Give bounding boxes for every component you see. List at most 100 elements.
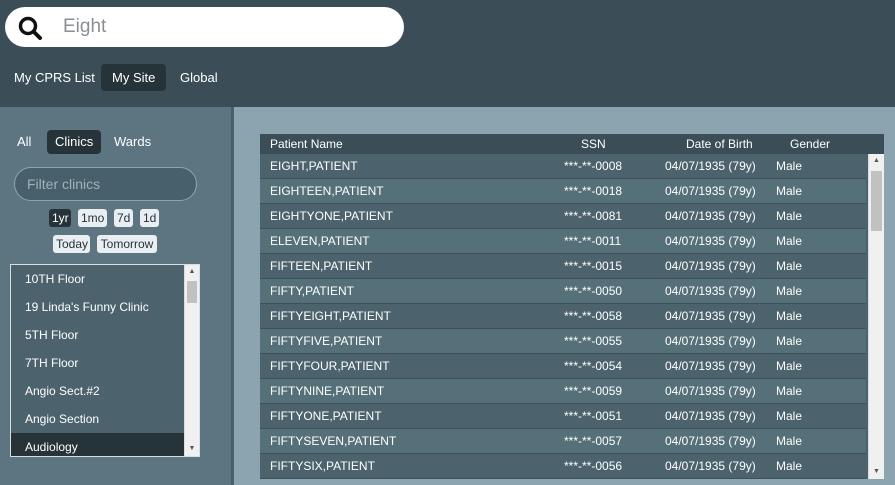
cell-date-of-birth: 04/07/1935 (79y) (665, 384, 756, 398)
clinic-list-scrollbar[interactable]: ▲ ▼ (184, 265, 199, 456)
cell-ssn: ***-**-0057 (564, 434, 623, 448)
cell-patient-name: FIFTY,PATIENT (270, 284, 355, 298)
column-header-ssn[interactable]: SSN (581, 134, 606, 154)
cell-patient-name: FIFTYONE,PATIENT (270, 409, 382, 423)
cell-gender: Male (776, 359, 803, 373)
cell-patient-name: FIFTEEN,PATIENT (270, 259, 373, 273)
table-row[interactable]: ELEVEN,PATIENT ***-**-0011 04/07/1935 (79y… (260, 229, 866, 254)
cell-patient-name: FIFTYFOUR,PATIENT (270, 359, 390, 373)
cell-patient-name: EIGHT,PATIENT (270, 159, 358, 173)
filter-clinics-field[interactable] (14, 167, 197, 201)
table-row[interactable]: FIFTY,PATIENT ***-**-0050 04/07/1935 (79y)… (260, 279, 866, 304)
cell-date-of-birth: 04/07/1935 (79y) (665, 209, 756, 223)
cell-date-of-birth: 04/07/1935 (79y) (665, 409, 756, 423)
table-row[interactable]: FIFTYFOUR,PATIENT ***-**-0054 04/07/1935 (… (260, 354, 866, 379)
scope-my-site[interactable]: My Site (101, 64, 167, 91)
cell-ssn: ***-**-0058 (564, 309, 623, 323)
clinic-list-item[interactable]: Audiology (11, 433, 185, 456)
cell-gender: Male (776, 159, 803, 173)
range-1yr[interactable]: 1yr (49, 209, 71, 227)
patient-search-box[interactable] (5, 7, 404, 47)
cell-gender: Male (776, 234, 803, 248)
cell-patient-name: FIFTYSIX,PATIENT (270, 459, 375, 473)
scroll-up-arrow-icon[interactable]: ▲ (869, 154, 884, 168)
cell-gender: Male (776, 184, 803, 198)
search-input[interactable] (63, 15, 383, 39)
table-row[interactable]: FIFTYNINE,PATIENT ***-**-0059 04/07/1935 (… (260, 379, 866, 404)
scope-global[interactable]: Global (169, 64, 229, 91)
cell-ssn: ***-**-0050 (564, 284, 623, 298)
cell-ssn: ***-**-0051 (564, 409, 623, 423)
cell-patient-name: FIFTYNINE,PATIENT (270, 384, 385, 398)
table-row[interactable]: EIGHTEEN,PATIENT ***-**-0018 04/07/1935 (7… (260, 179, 866, 204)
cell-date-of-birth: 04/07/1935 (79y) (665, 184, 756, 198)
search-icon[interactable] (17, 16, 45, 40)
scrollbar-thumb[interactable] (187, 281, 197, 303)
clinic-list-item[interactable]: 5TH Floor (11, 321, 185, 349)
cell-gender: Male (776, 384, 803, 398)
clinic-list-item[interactable]: 19 Linda's Funny Clinic (11, 293, 185, 321)
table-row[interactable]: FIFTYSIX,PATIENT ***-**-0056 04/07/1935 (7… (260, 454, 866, 479)
cell-patient-name: EIGHTYONE,PATIENT (270, 209, 393, 223)
table-row[interactable]: EIGHT,PATIENT ***-**-0008 04/07/1935 (79y)… (260, 154, 866, 179)
tab-wards[interactable]: Wards (106, 130, 159, 154)
clinic-list-item[interactable]: Angio Sect.#2 (11, 377, 185, 405)
cell-gender: Male (776, 309, 803, 323)
cell-date-of-birth: 04/07/1935 (79y) (665, 459, 756, 473)
cell-patient-name: FIFTYSEVEN,PATIENT (270, 434, 397, 448)
table-row[interactable]: FIFTYSEVEN,PATIENT ***-**-0057 04/07/1935 … (260, 429, 866, 454)
range-1mo[interactable]: 1mo (78, 209, 107, 227)
range-7d[interactable]: 7d (114, 209, 133, 227)
table-scrollbar[interactable]: ▲ ▼ (868, 154, 884, 479)
table-row[interactable]: EIGHTYONE,PATIENT ***-**-0081 04/07/1935 (… (260, 204, 866, 229)
cell-gender: Male (776, 284, 803, 298)
table-row[interactable]: FIFTYONE,PATIENT ***-**-0051 04/07/1935 (7… (260, 404, 866, 429)
column-header-gender[interactable]: Gender (790, 134, 830, 154)
cell-date-of-birth: 04/07/1935 (79y) (665, 434, 756, 448)
cell-gender: Male (776, 459, 803, 473)
clinic-list[interactable]: 10TH Floor 19 Linda's Funny Clinic 5TH Flo… (10, 264, 200, 457)
cell-patient-name: ELEVEN,PATIENT (270, 234, 370, 248)
scope-my-cprs-list[interactable]: My CPRS List (3, 64, 106, 91)
cell-ssn: ***-**-0011 (564, 234, 622, 248)
cell-date-of-birth: 04/07/1935 (79y) (665, 334, 756, 348)
cell-date-of-birth: 04/07/1935 (79y) (665, 309, 756, 323)
range-today[interactable]: Today (53, 235, 90, 253)
cell-date-of-birth: 04/07/1935 (79y) (665, 234, 756, 248)
location-panel: All Clinics Wards 1yr 1mo 7d 1d Today To… (0, 107, 231, 485)
cell-ssn: ***-**-0018 (564, 184, 623, 198)
table-row[interactable]: FIFTYEIGHT,PATIENT ***-**-0058 04/07/1935 … (260, 304, 866, 329)
column-header-date-of-birth[interactable]: Date of Birth (686, 134, 753, 154)
cell-date-of-birth: 04/07/1935 (79y) (665, 259, 756, 273)
clinic-list-item[interactable]: 7TH Floor (11, 349, 185, 377)
clinic-list-item[interactable]: 10TH Floor (11, 265, 185, 293)
cell-ssn: ***-**-0054 (564, 359, 623, 373)
cell-ssn: ***-**-0056 (564, 459, 623, 473)
scrollbar-thumb[interactable] (871, 171, 882, 231)
scroll-down-arrow-icon[interactable]: ▼ (869, 465, 884, 479)
scroll-down-arrow-icon[interactable]: ▼ (185, 442, 199, 456)
cell-ssn: ***-**-0081 (564, 209, 623, 223)
tab-clinics[interactable]: Clinics (47, 130, 102, 154)
column-header-patient-name[interactable]: Patient Name (270, 134, 343, 154)
cell-ssn: ***-**-0015 (564, 259, 623, 273)
cell-patient-name: EIGHTEEN,PATIENT (270, 184, 384, 198)
clinic-list-item[interactable]: Angio Section (11, 405, 185, 433)
cell-ssn: ***-**-0008 (564, 159, 623, 173)
filter-clinics-input[interactable] (15, 168, 196, 200)
scroll-up-arrow-icon[interactable]: ▲ (185, 265, 199, 279)
range-tomorrow[interactable]: Tomorrow (97, 235, 157, 253)
cell-gender: Male (776, 209, 803, 223)
cell-ssn: ***-**-0059 (564, 384, 623, 398)
cell-gender: Male (776, 434, 803, 448)
cell-date-of-birth: 04/07/1935 (79y) (665, 159, 756, 173)
cell-date-of-birth: 04/07/1935 (79y) (665, 284, 756, 298)
patient-results-panel: Patient Name SSN Date of Birth Gender EI… (234, 107, 895, 485)
cell-date-of-birth: 04/07/1935 (79y) (665, 359, 756, 373)
table-row[interactable]: FIFTEEN,PATIENT ***-**-0015 04/07/1935 (79… (260, 254, 866, 279)
cell-ssn: ***-**-0055 (564, 334, 623, 348)
tab-all[interactable]: All (9, 130, 39, 154)
table-row[interactable]: FIFTYFIVE,PATIENT ***-**-0055 04/07/1935 (… (260, 329, 866, 354)
range-1d[interactable]: 1d (140, 209, 159, 227)
cell-patient-name: FIFTYEIGHT,PATIENT (270, 309, 391, 323)
